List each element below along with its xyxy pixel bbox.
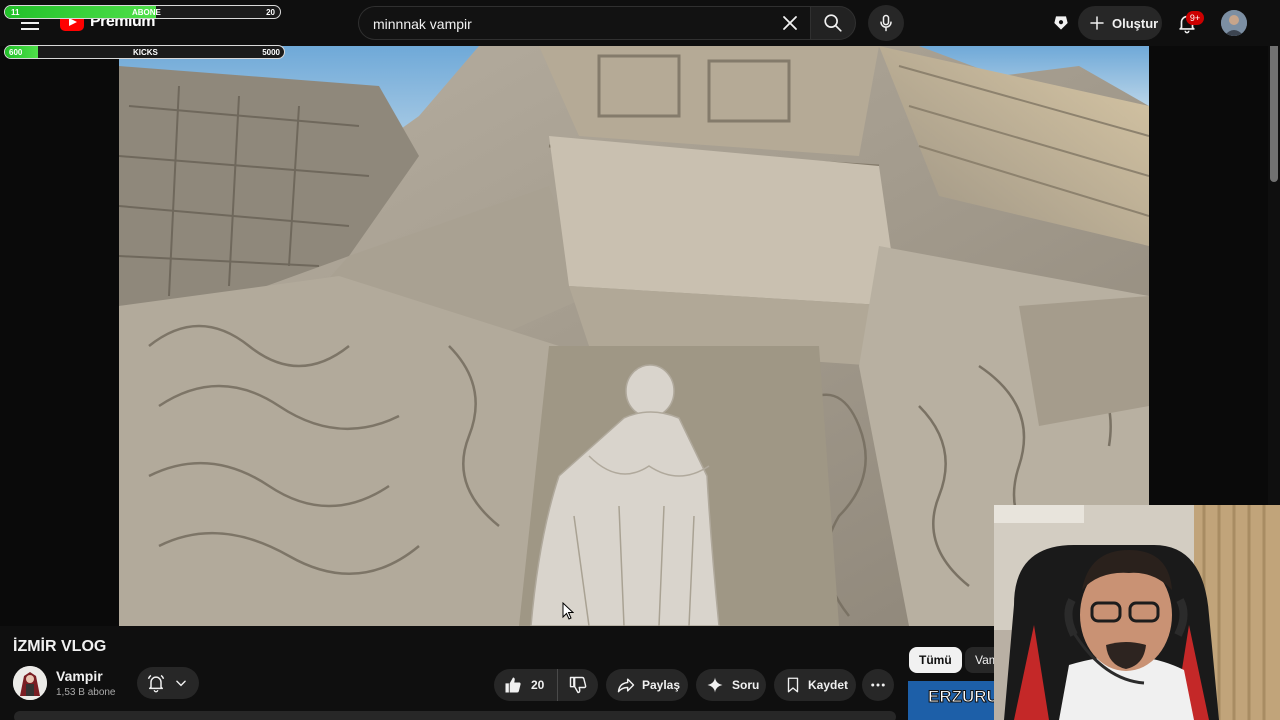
description-box[interactable] — [14, 711, 896, 720]
like-button[interactable]: 20 — [494, 669, 558, 701]
channel-name[interactable]: Vampir — [56, 668, 103, 684]
close-icon — [783, 16, 797, 30]
abone-current: 11 — [11, 8, 20, 17]
chip-all[interactable]: Tümü — [909, 647, 962, 673]
video-title: İZMİR VLOG — [13, 638, 107, 655]
sparkle-icon — [707, 677, 723, 693]
cast-icon — [1054, 16, 1068, 30]
kicks-goal-bar: 600 KICKS 5000 — [4, 45, 285, 59]
share-icon — [617, 678, 635, 693]
thumbs-down-icon — [569, 676, 587, 694]
bell-ringing-icon — [147, 674, 165, 693]
ask-label: Soru — [732, 678, 760, 692]
like-count: 20 — [531, 678, 545, 692]
search-button[interactable] — [810, 6, 856, 40]
account-avatar[interactable] — [1221, 10, 1247, 36]
create-label: Oluştur — [1112, 15, 1159, 31]
bookmark-icon — [787, 677, 799, 693]
save-label: Kaydet — [808, 678, 849, 692]
more-horizontal-icon — [871, 683, 885, 687]
avatar — [1221, 10, 1247, 36]
channel-subscriber-count: 1,53 B abone — [56, 687, 116, 698]
clear-search-button[interactable] — [778, 11, 802, 35]
mic-icon — [880, 14, 892, 32]
webcam-overlay — [994, 505, 1280, 720]
kicks-current: 600 — [9, 48, 23, 57]
share-label: Paylaş — [642, 678, 681, 692]
channel-avatar[interactable] — [13, 666, 47, 700]
create-button[interactable]: Oluştur — [1078, 6, 1162, 40]
search-input[interactable] — [373, 14, 773, 34]
abone-goal-bar: 11 ABONE 20 — [4, 5, 281, 19]
subscription-notification-button[interactable] — [137, 667, 199, 699]
ask-button[interactable]: Soru — [696, 669, 766, 701]
search-icon — [824, 14, 842, 32]
plus-icon — [1090, 16, 1104, 30]
more-actions-button[interactable] — [862, 669, 894, 701]
voice-search-button[interactable] — [868, 5, 904, 41]
menu-icon-line — [21, 22, 39, 24]
dislike-button[interactable] — [558, 669, 598, 701]
abone-goal: 20 — [266, 8, 275, 17]
kicks-goal: 5000 — [262, 48, 280, 57]
recommended-thumbnail-text: ERZURUM — [928, 687, 999, 707]
cast-button[interactable] — [1048, 10, 1074, 36]
save-button[interactable]: Kaydet — [774, 669, 856, 701]
search-box — [358, 6, 810, 40]
share-button[interactable]: Paylaş — [606, 669, 688, 701]
recommended-video-thumbnail[interactable]: ERZURUM — [908, 681, 998, 720]
kicks-label: KICKS — [133, 48, 158, 57]
chevron-down-icon — [176, 680, 186, 687]
like-dislike-group: 20 — [494, 669, 598, 701]
avatar — [13, 666, 47, 700]
notification-badge: 9+ — [1186, 11, 1204, 25]
abone-label: ABONE — [132, 8, 161, 17]
menu-icon-line — [21, 28, 39, 30]
thumbs-up-icon — [505, 677, 521, 693]
youtube-watch-page: Premium minnnak vampir Oluştur 9+ 11 ABO… — [0, 0, 1280, 720]
streamer-webcam-image — [994, 505, 1280, 720]
